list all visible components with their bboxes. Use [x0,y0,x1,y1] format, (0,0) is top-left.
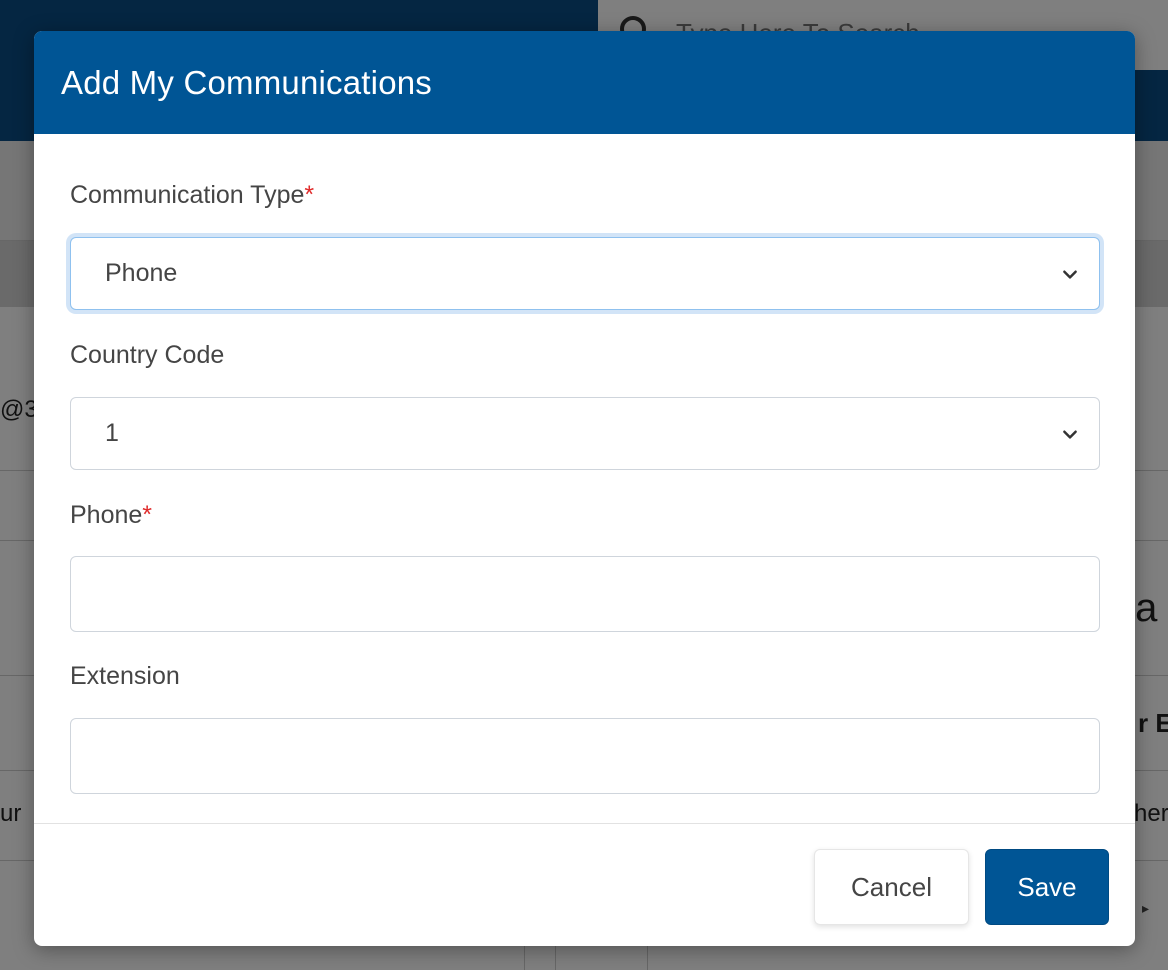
country-code-label: Country Code [70,341,224,370]
communication-type-label: Communication Type* [70,181,314,210]
chevron-down-icon [1063,430,1077,439]
phone-label: Phone* [70,501,152,530]
cancel-button[interactable]: Cancel [814,849,969,925]
extension-label: Extension [70,662,180,691]
country-code-value: 1 [105,419,119,447]
dialog-body: Communication Type* Phone Country Code 1… [34,134,1135,823]
communication-type-value: Phone [105,259,178,287]
communication-type-select[interactable]: Phone [70,237,1100,310]
chevron-down-icon [1063,270,1077,279]
extension-label-text: Extension [70,662,180,690]
required-marker: * [304,181,315,209]
dialog-title: Add My Communications [61,63,433,101]
required-marker: * [142,501,153,529]
country-code-select[interactable]: 1 [70,397,1100,470]
dialog-footer: Cancel Save [34,823,1135,946]
phone-input[interactable] [70,556,1100,632]
country-code-label-text: Country Code [70,341,225,369]
save-button[interactable]: Save [985,849,1109,925]
add-communications-dialog: Add My Communications Communication Type… [34,31,1135,946]
extension-input[interactable] [70,718,1100,794]
phone-label-text: Phone [70,501,143,529]
communication-type-label-text: Communication Type [70,181,305,209]
dialog-header: Add My Communications [34,31,1135,134]
